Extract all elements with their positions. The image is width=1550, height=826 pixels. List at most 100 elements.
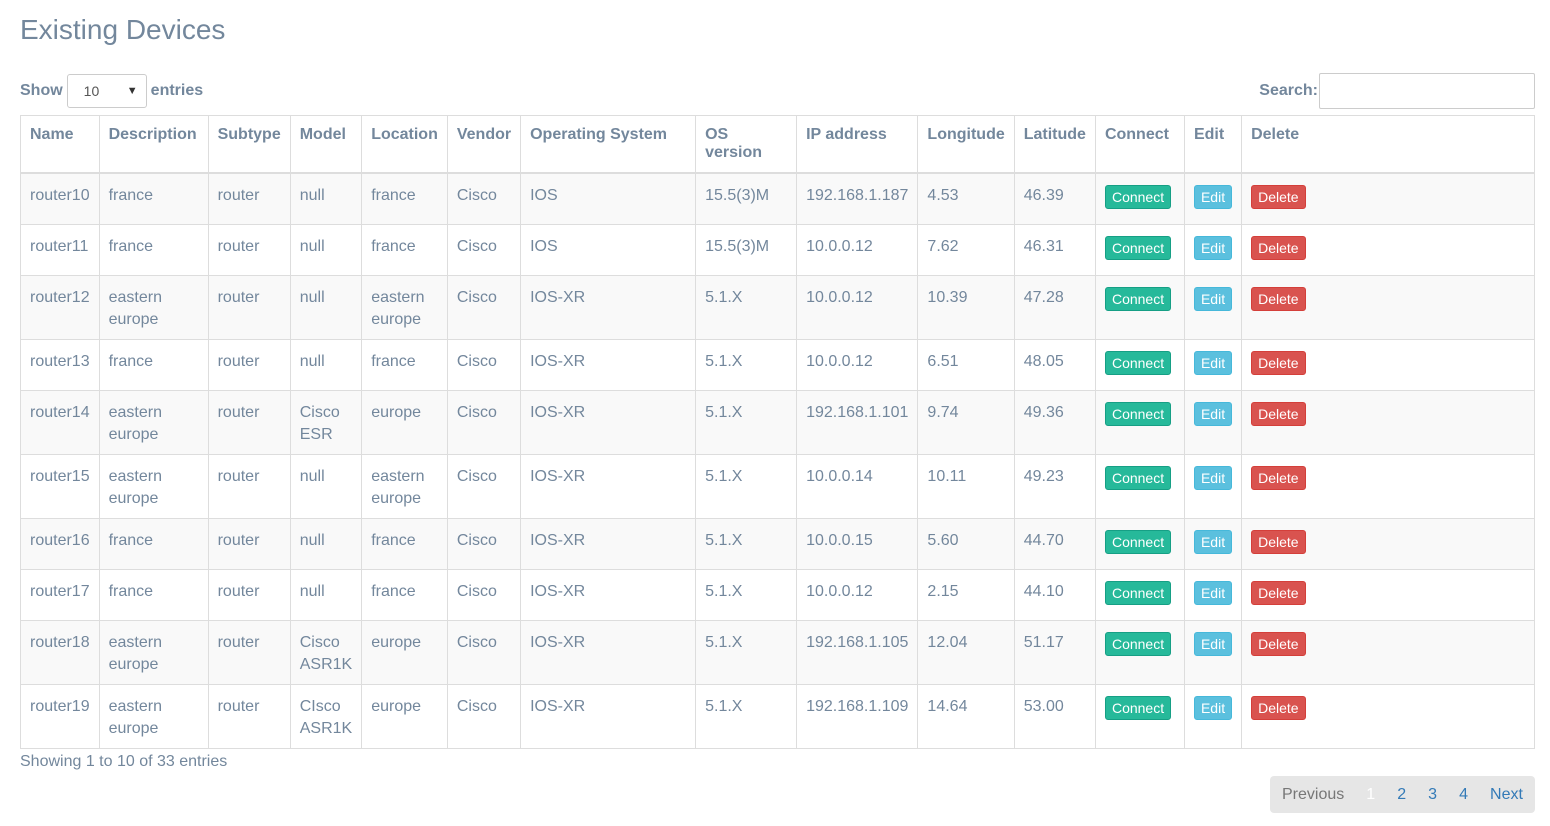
cell-model: null <box>289 453 363 519</box>
cell-delete: Delete <box>1241 517 1535 570</box>
edit-button[interactable]: Edit <box>1193 465 1233 490</box>
edit-button[interactable]: Edit <box>1193 529 1233 554</box>
connect-button[interactable]: Connect <box>1104 580 1172 605</box>
cell-vendor: Cisco <box>446 453 522 519</box>
cell-os-version: 5.1.X <box>695 453 798 519</box>
column-header-delete[interactable]: Delete <box>1241 115 1535 174</box>
cell-vendor: Cisco <box>446 172 522 225</box>
cell-delete: Delete <box>1241 683 1535 749</box>
connect-button[interactable]: Connect <box>1104 286 1172 311</box>
edit-button[interactable]: Edit <box>1193 185 1233 209</box>
cell-connect: Connect <box>1094 568 1185 621</box>
previous-button[interactable]: Previous <box>1282 786 1344 804</box>
cell-model: null <box>289 223 363 276</box>
delete-button[interactable]: Delete <box>1251 465 1306 490</box>
edit-button[interactable]: Edit <box>1193 350 1233 375</box>
cell-location: france <box>361 223 448 276</box>
delete-button[interactable]: Delete <box>1251 580 1306 605</box>
column-header-edit[interactable]: Edit <box>1183 115 1243 174</box>
table-row: router10 france router null france Cisco… <box>20 172 1535 225</box>
table-row: router19 eastern europe router CIsco ASR… <box>20 683 1535 749</box>
cell-ip: 192.168.1.109 <box>796 683 919 749</box>
delete-button[interactable]: Delete <box>1251 529 1306 554</box>
entries-label: entries <box>150 82 204 99</box>
cell-model: Cisco ESR <box>289 389 363 455</box>
connect-button[interactable]: Connect <box>1104 529 1172 554</box>
cell-name: router17 <box>20 568 100 621</box>
connect-button[interactable]: Connect <box>1104 185 1172 209</box>
edit-button[interactable]: Edit <box>1193 235 1233 260</box>
cell-longitude: 6.51 <box>917 338 1015 391</box>
column-header-location[interactable]: Location <box>361 115 448 174</box>
cell-subtype: router <box>207 568 291 621</box>
page-button-2[interactable]: 2 <box>1397 786 1406 804</box>
edit-button[interactable]: Edit <box>1193 286 1233 311</box>
entries-select-value: 10 <box>83 83 100 99</box>
cell-ip: 10.0.0.12 <box>796 338 919 391</box>
cell-ip: 10.0.0.15 <box>796 517 919 570</box>
delete-button[interactable]: Delete <box>1251 185 1306 209</box>
column-header-os-version[interactable]: OS version <box>695 115 798 174</box>
connect-button[interactable]: Connect <box>1104 465 1172 490</box>
search-input[interactable] <box>1319 73 1535 109</box>
connect-button[interactable]: Connect <box>1104 631 1172 656</box>
cell-ip: 192.168.1.101 <box>796 389 919 455</box>
cell-latitude: 51.17 <box>1013 619 1096 685</box>
column-header-longitude[interactable]: Longitude <box>917 115 1015 174</box>
cell-location: france <box>361 517 448 570</box>
cell-connect: Connect <box>1094 683 1185 749</box>
cell-description: eastern europe <box>98 274 209 340</box>
cell-vendor: Cisco <box>446 389 522 455</box>
cell-edit: Edit <box>1183 517 1243 570</box>
cell-description: france <box>98 223 209 276</box>
cell-location: europe <box>361 683 448 749</box>
column-header-subtype[interactable]: Subtype <box>207 115 291 174</box>
entries-select[interactable]: 10 ▼ <box>66 74 147 108</box>
page-button-4[interactable]: 4 <box>1459 786 1468 804</box>
cell-name: router16 <box>20 517 100 570</box>
cell-description: france <box>98 338 209 391</box>
connect-button[interactable]: Connect <box>1104 695 1172 720</box>
column-header-operating-system[interactable]: Operating System <box>520 115 697 174</box>
cell-name: router15 <box>20 453 100 519</box>
delete-button[interactable]: Delete <box>1251 401 1306 426</box>
cell-os-version: 5.1.X <box>695 389 798 455</box>
delete-button[interactable]: Delete <box>1251 350 1306 375</box>
connect-button[interactable]: Connect <box>1104 401 1172 426</box>
edit-button[interactable]: Edit <box>1193 580 1233 605</box>
column-header-connect[interactable]: Connect <box>1094 115 1185 174</box>
cell-model: null <box>289 338 363 391</box>
cell-connect: Connect <box>1094 517 1185 570</box>
column-header-vendor[interactable]: Vendor <box>446 115 522 174</box>
column-header-latitude[interactable]: Latitude <box>1013 115 1096 174</box>
cell-longitude: 4.53 <box>917 172 1015 225</box>
column-header-description[interactable]: Description <box>98 115 209 174</box>
table-row: router16 france router null france Cisco… <box>20 517 1535 570</box>
cell-description: france <box>98 172 209 225</box>
cell-model: null <box>289 517 363 570</box>
delete-button[interactable]: Delete <box>1251 286 1306 311</box>
edit-button[interactable]: Edit <box>1193 695 1233 720</box>
cell-vendor: Cisco <box>446 223 522 276</box>
column-header-model[interactable]: Model <box>289 115 363 174</box>
cell-delete: Delete <box>1241 172 1535 225</box>
cell-subtype: router <box>207 453 291 519</box>
cell-ip: 10.0.0.12 <box>796 223 919 276</box>
connect-button[interactable]: Connect <box>1104 235 1172 260</box>
page-button-3[interactable]: 3 <box>1428 786 1437 804</box>
delete-button[interactable]: Delete <box>1251 631 1306 656</box>
cell-description: eastern europe <box>98 683 209 749</box>
cell-description: eastern europe <box>98 619 209 685</box>
next-button[interactable]: Next <box>1490 786 1523 804</box>
edit-button[interactable]: Edit <box>1193 631 1233 656</box>
cell-ip: 10.0.0.12 <box>796 274 919 340</box>
column-header-name[interactable]: Name <box>20 115 100 174</box>
delete-button[interactable]: Delete <box>1251 235 1306 260</box>
connect-button[interactable]: Connect <box>1104 350 1172 375</box>
delete-button[interactable]: Delete <box>1251 695 1306 720</box>
page-button-1[interactable]: 1 <box>1366 786 1375 804</box>
edit-button[interactable]: Edit <box>1193 401 1233 426</box>
column-header-ip-address[interactable]: IP address <box>796 115 919 174</box>
table-row: router18 eastern europe router Cisco ASR… <box>20 619 1535 685</box>
cell-ip: 10.0.0.14 <box>796 453 919 519</box>
